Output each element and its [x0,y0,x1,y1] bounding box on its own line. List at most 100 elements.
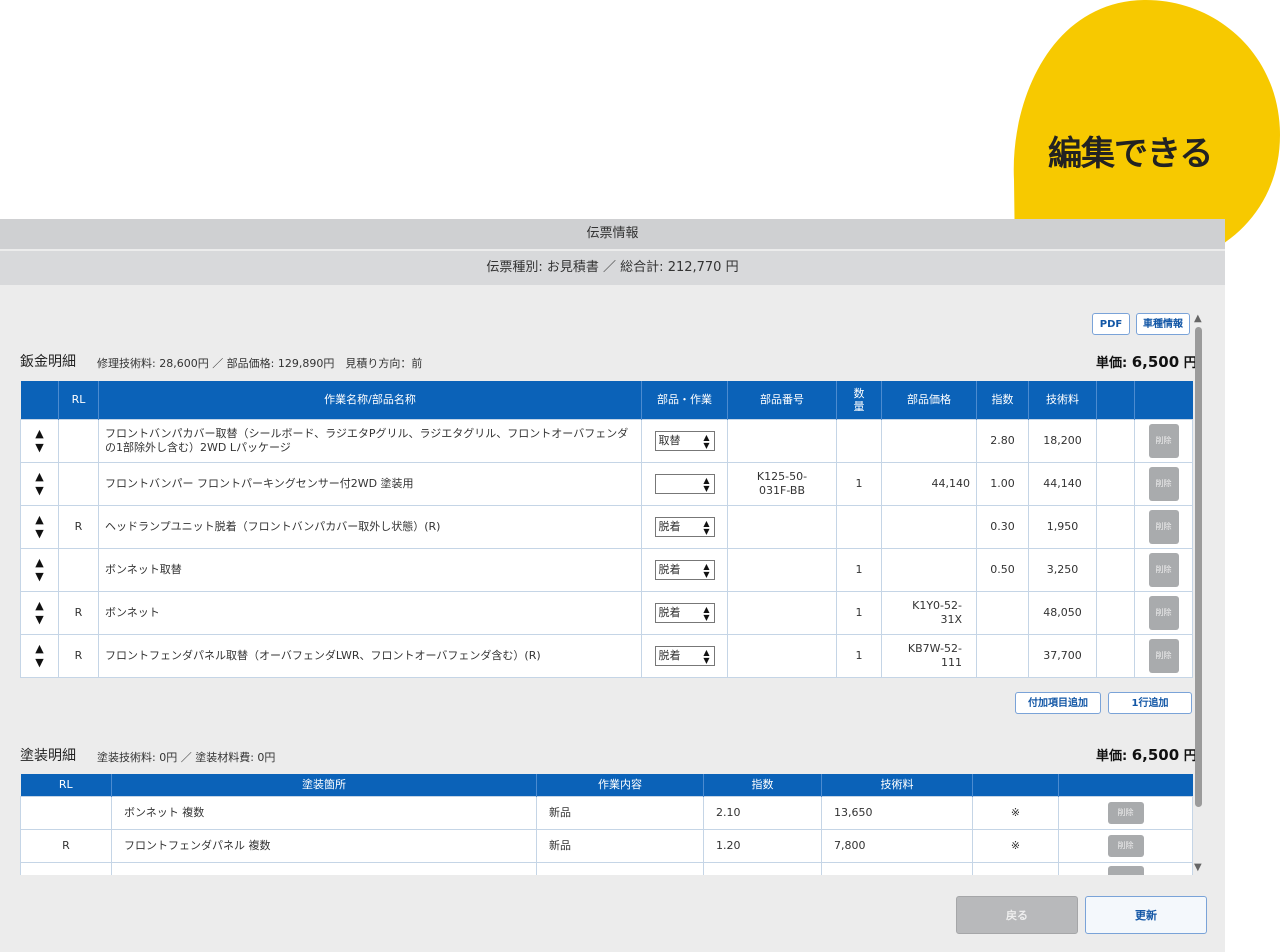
scroll-thumb[interactable] [1195,327,1202,807]
scrollbar[interactable]: ▲ ▼ [1192,313,1206,873]
delete-button-partial[interactable] [1107,865,1144,875]
row-index: 2.80 [976,418,1029,463]
sort-handle-icon[interactable]: ▲ ▼ [20,547,59,592]
delete-button[interactable]: 削除 [1148,595,1179,630]
col-part-no: 部品番号 [727,381,837,419]
table-row: ▲ ▼ フロントバンパカバー取替（シールボード、ラジエタPグリル、ラジエタグリル、… [20,418,1193,463]
unit-price-label: 単価: [1096,749,1132,764]
op-select[interactable]: ▲ ▼ [654,473,715,494]
col-delete [1058,774,1193,796]
delete-button[interactable]: 削除 [1148,552,1179,587]
op-select[interactable]: 脱着 ▲ ▼ [654,645,715,666]
row-place: フロントフェンダパネル 複数 [111,828,537,863]
delete-button[interactable]: 削除 [1148,638,1179,673]
table-row: R フロントフェンダパネル 複数 新品 1.20 7,800 ※ 削除 [20,828,1193,863]
col-name: 作業名称/部品名称 [98,381,642,419]
row-index [976,633,1029,678]
scroll-down-icon[interactable]: ▼ [1194,862,1202,873]
op-select-value: 脱着 [658,519,681,533]
row-name: フロントバンパカバー取替（シールボード、ラジエタPグリル、ラジエタグリル、フロン… [98,418,642,463]
sort-handle-icon[interactable]: ▲ ▼ [20,633,59,678]
update-button[interactable]: 更新 [1085,896,1207,934]
col-place: 塗装箇所 [111,774,537,796]
row-part-no: K125-50-031F-BB [727,461,837,506]
op-select-value: 脱着 [658,605,681,619]
col-index: 指数 [703,774,822,796]
paint-subtitle: 塗装技術料: 0円 ／ 塗装材料費: 0円 [97,751,276,764]
op-select[interactable]: 脱着 ▲ ▼ [654,559,715,580]
row-rl [58,547,99,592]
row-fee: 13,650 [821,795,973,830]
row-price [881,547,977,592]
delete-button[interactable]: 削除 [1148,423,1179,458]
row-part-no [727,418,837,463]
paint-unit-price: 単価: 6,500 円 [1096,745,1197,764]
row-price [881,504,977,549]
slip-window: 伝票情報 伝票種別: お見積書 ／ 総合計: 212,770 円 PDF 車種情… [0,219,1225,952]
paint-table: RL 塗装箇所 作業内容 指数 技術料 ボンネット 複数 新品 2.10 13,… [20,774,1193,875]
row-fee: 1,950 [1028,504,1097,549]
row-part-no [727,633,837,678]
row-rl: R [58,590,99,635]
row-work: 新品 [536,828,704,863]
row-index: 1.20 [703,828,822,863]
row-part-no [727,590,837,635]
table-row: ▲ ▼ ボンネット取替 脱着 ▲ ▼ 1 0.50 3,250 削除 [20,547,1193,592]
col-fee: 技術料 [821,774,973,796]
delete-button[interactable]: 削除 [1148,509,1179,544]
row-name: フロントバンパー フロントパーキングセンサー付2WD 塗装用 [98,461,642,506]
sort-handle-icon[interactable]: ▲ ▼ [20,504,59,549]
op-select[interactable]: 脱着 ▲ ▼ [654,602,715,623]
row-index: 1.00 [976,461,1029,506]
col-op: 部品・作業 [641,381,728,419]
sheet-metal-subtitle: 修理技術料: 28,600円 ／ 部品価格: 129,890円 見積り方向：前 [97,357,423,370]
row-index: 0.30 [976,504,1029,549]
row-qty: 1 [836,590,882,635]
row-price: K1Y0-52-31X [881,590,977,635]
sort-handle-icon[interactable]: ▲ ▼ [20,418,59,463]
table-row: ボンネット 複数 新品 2.10 13,650 ※ 削除 [20,795,1193,830]
row-price: KB7W-52-111 [881,633,977,678]
row-fee: 7,800 [821,828,973,863]
op-select[interactable]: 取替 ▲ ▼ [654,430,715,451]
vehicle-info-button[interactable]: 車種情報 [1136,313,1190,335]
col-index: 指数 [976,381,1029,419]
pdf-button[interactable]: PDF [1092,313,1130,335]
row-mark: ※ [972,828,1059,863]
col-blank [1096,381,1135,419]
sort-handle-icon[interactable]: ▲ ▼ [20,461,59,506]
back-button[interactable]: 戻る [956,896,1078,934]
add-extra-item-button[interactable]: 付加項目追加 [1015,692,1101,714]
detail-panel: PDF 車種情報 鈑金明細 修理技術料: 28,600円 ／ 部品価格: 129… [0,305,1208,875]
sort-handle-icon[interactable]: ▲ ▼ [20,590,59,635]
callout-text: 編集できる [1048,134,1213,174]
select-arrow-icon: ▲ ▼ [703,647,710,665]
row-fee: 44,140 [1028,461,1097,506]
select-arrow-icon: ▲ ▼ [703,604,710,622]
col-mark [972,774,1059,796]
row-name: ヘッドランプユニット脱着（フロントバンパカバー取外し状態）(R) [98,504,642,549]
table-row-partial [20,861,1193,875]
row-price [881,418,977,463]
row-name: ボンネット [98,590,642,635]
row-price: 44,140 [881,461,977,506]
delete-button[interactable]: 削除 [1107,801,1144,824]
row-part-no [727,547,837,592]
row-mark: ※ [972,795,1059,830]
unit-price-value: 6,500 [1131,746,1180,764]
row-qty: 1 [836,547,882,592]
slip-summary: 伝票種別: お見積書 ／ 総合計: 212,770 円 [0,251,1225,285]
select-arrow-icon: ▲ ▼ [703,432,710,450]
row-work: 新品 [536,795,704,830]
row-qty: 1 [836,633,882,678]
delete-button[interactable]: 削除 [1148,466,1179,501]
unit-price-value: 6,500 [1131,353,1180,371]
sheet-metal-title: 鈑金明細 [20,354,76,370]
delete-button[interactable]: 削除 [1107,834,1144,857]
col-rl: RL [20,774,112,796]
row-rl [20,795,112,830]
add-row-button[interactable]: 1行追加 [1108,692,1192,714]
op-select[interactable]: 脱着 ▲ ▼ [654,516,715,537]
table-row: ▲ ▼ R フロントフェンダパネル取替（オーバフェンダLWR、フロントオーバフェン… [20,633,1193,678]
scroll-up-icon[interactable]: ▲ [1194,313,1202,324]
